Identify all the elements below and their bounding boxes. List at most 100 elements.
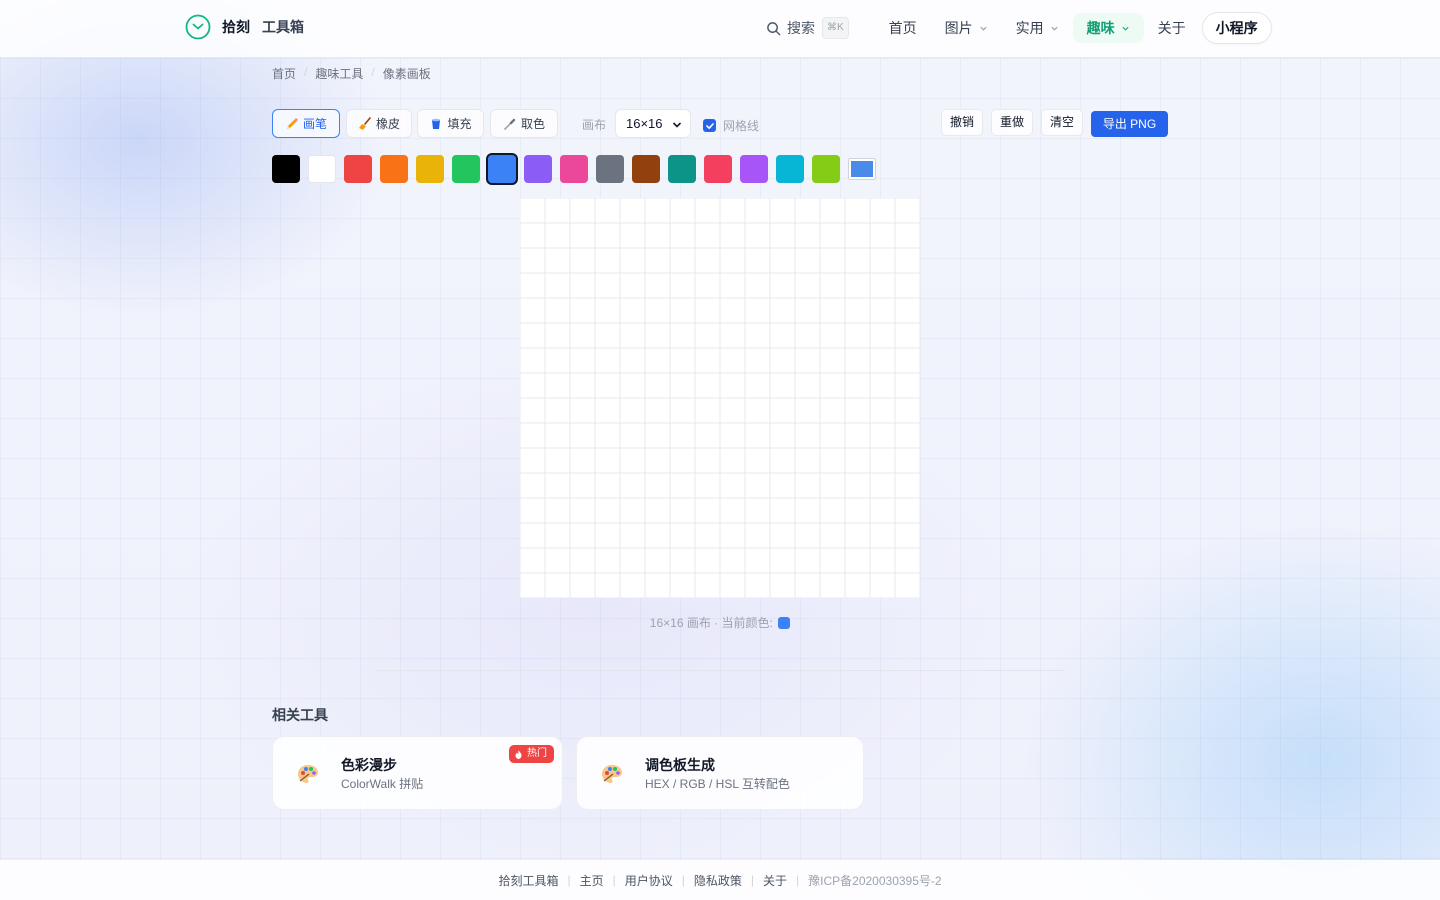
pixel-cell[interactable] bbox=[544, 497, 571, 524]
pixel-cell[interactable] bbox=[794, 522, 821, 549]
pixel-cell[interactable] bbox=[520, 447, 546, 474]
pixel-cell[interactable] bbox=[819, 198, 846, 224]
color-swatch[interactable] bbox=[416, 155, 444, 183]
pixel-cell[interactable] bbox=[819, 322, 846, 349]
pixel-cell[interactable] bbox=[520, 422, 546, 449]
pixel-cell[interactable] bbox=[669, 297, 696, 324]
pixel-cell[interactable] bbox=[619, 572, 646, 598]
pixel-cell[interactable] bbox=[619, 222, 646, 249]
pixel-cell[interactable] bbox=[769, 497, 796, 524]
pixel-cell[interactable] bbox=[894, 198, 920, 224]
pixel-cell[interactable] bbox=[894, 222, 920, 249]
pixel-cell[interactable] bbox=[569, 547, 596, 574]
pixel-cell[interactable] bbox=[844, 347, 871, 374]
pixel-cell[interactable] bbox=[794, 272, 821, 299]
pixel-cell[interactable] bbox=[669, 422, 696, 449]
pixel-cell[interactable] bbox=[694, 247, 721, 274]
pixel-cell[interactable] bbox=[744, 447, 771, 474]
pixel-cell[interactable] bbox=[694, 397, 721, 424]
nav-item-home[interactable]: 首页 bbox=[875, 13, 931, 43]
pixel-cell[interactable] bbox=[719, 522, 746, 549]
pixel-cell[interactable] bbox=[644, 198, 671, 224]
gridlines-checkbox[interactable]: 网格线 bbox=[703, 117, 759, 134]
pixel-cell[interactable] bbox=[520, 497, 546, 524]
pixel-cell[interactable] bbox=[669, 522, 696, 549]
pixel-cell[interactable] bbox=[744, 247, 771, 274]
pixel-cell[interactable] bbox=[669, 372, 696, 399]
pixel-cell[interactable] bbox=[894, 322, 920, 349]
pixel-cell[interactable] bbox=[869, 372, 896, 399]
pixel-cell[interactable] bbox=[569, 347, 596, 374]
pixel-cell[interactable] bbox=[819, 447, 846, 474]
pixel-cell[interactable] bbox=[819, 522, 846, 549]
pixel-cell[interactable] bbox=[520, 472, 546, 499]
pixel-cell[interactable] bbox=[594, 572, 621, 598]
pixel-cell[interactable] bbox=[594, 497, 621, 524]
undo-button[interactable]: 撤销 bbox=[941, 109, 984, 136]
pixel-cell[interactable] bbox=[594, 422, 621, 449]
color-swatch[interactable] bbox=[560, 155, 588, 183]
pixel-cell[interactable] bbox=[594, 272, 621, 299]
pixel-cell[interactable] bbox=[819, 572, 846, 598]
pixel-cell[interactable] bbox=[569, 222, 596, 249]
pixel-cell[interactable] bbox=[719, 347, 746, 374]
pixel-cell[interactable] bbox=[744, 522, 771, 549]
color-swatch[interactable] bbox=[524, 155, 552, 183]
pixel-cell[interactable] bbox=[544, 297, 571, 324]
pixel-cell[interactable] bbox=[819, 372, 846, 399]
pixel-cell[interactable] bbox=[594, 322, 621, 349]
pixel-cell[interactable] bbox=[769, 572, 796, 598]
tool-eraser-button[interactable]: 橡皮 bbox=[346, 109, 412, 138]
pixel-cell[interactable] bbox=[619, 472, 646, 499]
pixel-cell[interactable] bbox=[719, 222, 746, 249]
pixel-cell[interactable] bbox=[769, 272, 796, 299]
pixel-cell[interactable] bbox=[569, 372, 596, 399]
pixel-cell[interactable] bbox=[869, 522, 896, 549]
pixel-cell[interactable] bbox=[794, 372, 821, 399]
pixel-cell[interactable] bbox=[669, 347, 696, 374]
pixel-cell[interactable] bbox=[744, 397, 771, 424]
pixel-cell[interactable] bbox=[569, 272, 596, 299]
pixel-cell[interactable] bbox=[744, 472, 771, 499]
pixel-cell[interactable] bbox=[544, 347, 571, 374]
pixel-cell[interactable] bbox=[694, 447, 721, 474]
pixel-cell[interactable] bbox=[819, 472, 846, 499]
pixel-cell[interactable] bbox=[569, 522, 596, 549]
pixel-cell[interactable] bbox=[644, 497, 671, 524]
pixel-cell[interactable] bbox=[644, 547, 671, 574]
pixel-cell[interactable] bbox=[869, 347, 896, 374]
pixel-cell[interactable] bbox=[744, 497, 771, 524]
pixel-cell[interactable] bbox=[569, 397, 596, 424]
color-swatch[interactable] bbox=[704, 155, 732, 183]
pixel-cell[interactable] bbox=[619, 297, 646, 324]
miniprogram-button[interactable]: 小程序 bbox=[1201, 12, 1272, 44]
pixel-cell[interactable] bbox=[520, 272, 546, 299]
pixel-grid[interactable] bbox=[520, 198, 920, 598]
pixel-cell[interactable] bbox=[719, 372, 746, 399]
pixel-cell[interactable] bbox=[744, 347, 771, 374]
pixel-cell[interactable] bbox=[819, 397, 846, 424]
pixel-cell[interactable] bbox=[544, 372, 571, 399]
pixel-cell[interactable] bbox=[794, 247, 821, 274]
pixel-cell[interactable] bbox=[669, 198, 696, 224]
color-swatch[interactable] bbox=[272, 155, 300, 183]
nav-item-fun[interactable]: 趣味 bbox=[1072, 13, 1144, 43]
pixel-cell[interactable] bbox=[669, 397, 696, 424]
pixel-cell[interactable] bbox=[844, 547, 871, 574]
breadcrumb-home[interactable]: 首页 bbox=[272, 65, 296, 82]
pixel-cell[interactable] bbox=[869, 547, 896, 574]
pixel-cell[interactable] bbox=[894, 547, 920, 574]
nav-item-utilities[interactable]: 实用 bbox=[1002, 13, 1073, 43]
pixel-cell[interactable] bbox=[869, 198, 896, 224]
pixel-cell[interactable] bbox=[644, 222, 671, 249]
pixel-cell[interactable] bbox=[869, 222, 896, 249]
pixel-cell[interactable] bbox=[869, 447, 896, 474]
pixel-cell[interactable] bbox=[569, 497, 596, 524]
pixel-cell[interactable] bbox=[669, 572, 696, 598]
pixel-cell[interactable] bbox=[719, 198, 746, 224]
nav-item-about[interactable]: 关于 bbox=[1144, 13, 1200, 43]
pixel-cell[interactable] bbox=[894, 397, 920, 424]
pixel-cell[interactable] bbox=[569, 447, 596, 474]
pixel-cell[interactable] bbox=[744, 372, 771, 399]
pixel-cell[interactable] bbox=[694, 422, 721, 449]
